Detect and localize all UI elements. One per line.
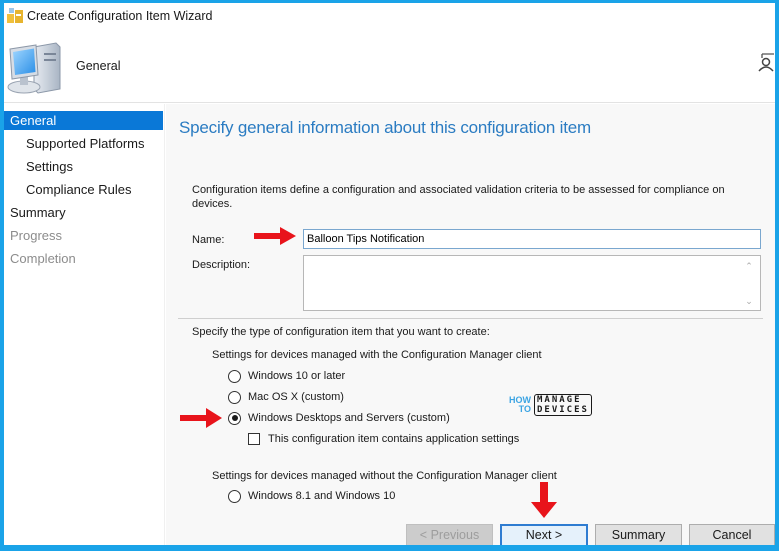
wizard-steps-nav: General Supported Platforms Settings Com… xyxy=(4,104,165,547)
watermark-devices: DEVICES xyxy=(537,405,589,415)
wizard-window: Create Configuration Item Wizard General… xyxy=(4,3,775,547)
nav-step-supported-platforms[interactable]: Supported Platforms xyxy=(4,134,163,153)
wizard-content: Specify general information about this c… xyxy=(166,104,775,547)
cancel-button[interactable]: Cancel xyxy=(689,524,775,547)
name-label: Name: xyxy=(192,234,225,246)
section-divider xyxy=(178,318,763,319)
user-icon xyxy=(758,53,774,72)
next-button[interactable]: Next > xyxy=(500,524,588,547)
radio-windows-desktops-servers[interactable]: Windows Desktops and Servers (custom) xyxy=(228,410,450,426)
page-title: Specify general information about this c… xyxy=(179,118,591,137)
name-input[interactable] xyxy=(303,229,761,249)
watermark-manage-devices: MANAGE DEVICES xyxy=(534,394,592,416)
radio-button-selected[interactable] xyxy=(228,411,241,425)
checkbox[interactable] xyxy=(248,433,260,445)
wizard-header: General xyxy=(4,29,775,103)
computer-icon xyxy=(7,42,61,94)
annotation-arrow-next xyxy=(531,482,557,518)
group-without-client-label: Settings for devices managed without the… xyxy=(212,470,557,482)
radio-button[interactable] xyxy=(228,390,241,404)
previous-button: < Previous xyxy=(406,524,493,547)
title-bar: Create Configuration Item Wizard xyxy=(4,3,775,29)
nav-step-completion: Completion xyxy=(10,251,76,266)
page-description: Configuration items define a configurati… xyxy=(192,184,725,210)
header-step-title: General xyxy=(76,59,121,73)
radio-label: Windows Desktops and Servers (custom) xyxy=(248,412,450,424)
radio-windows-10[interactable]: Windows 10 or later xyxy=(228,368,345,384)
nav-step-compliance-rules[interactable]: Compliance Rules xyxy=(4,180,163,199)
description-label: Description: xyxy=(192,259,251,271)
watermark-how-to: HOW TO xyxy=(509,396,531,414)
radio-button[interactable] xyxy=(228,369,241,383)
watermark-manage: MANAGE xyxy=(537,395,582,405)
annotation-arrow-name xyxy=(254,227,296,245)
nav-step-settings[interactable]: Settings xyxy=(4,157,163,176)
checkbox-label: This configuration item contains applica… xyxy=(268,433,520,445)
radio-mac-os-x[interactable]: Mac OS X (custom) xyxy=(228,389,344,405)
type-prompt: Specify the type of configuration item t… xyxy=(192,326,490,338)
nav-step-summary[interactable]: Summary xyxy=(4,203,163,222)
watermark-to: TO xyxy=(518,404,531,414)
radio-button[interactable] xyxy=(228,489,241,503)
nav-step-general[interactable]: General xyxy=(4,111,163,130)
summary-button[interactable]: Summary xyxy=(595,524,682,547)
watermark-logo: HOW TO MANAGE DEVICES xyxy=(509,393,592,417)
nav-step-progress: Progress xyxy=(10,228,63,243)
group-with-client-label: Settings for devices managed with the Co… xyxy=(212,349,542,361)
window-title: Create Configuration Item Wizard xyxy=(27,9,213,23)
radio-label: Windows 8.1 and Windows 10 xyxy=(248,490,396,502)
radio-label: Windows 10 or later xyxy=(248,370,346,382)
scroll-down-icon[interactable]: ⌄ xyxy=(742,294,756,308)
annotation-arrow-radio xyxy=(180,408,222,428)
description-input[interactable] xyxy=(303,255,761,311)
frame-border-bottom xyxy=(0,545,779,551)
wizard-app-icon xyxy=(7,8,23,23)
scroll-up-icon[interactable]: ⌃ xyxy=(742,259,756,273)
radio-windows-81-10[interactable]: Windows 8.1 and Windows 10 xyxy=(228,488,395,504)
radio-label: Mac OS X (custom) xyxy=(248,391,344,403)
app-settings-checkbox[interactable]: This configuration item contains applica… xyxy=(248,431,519,447)
